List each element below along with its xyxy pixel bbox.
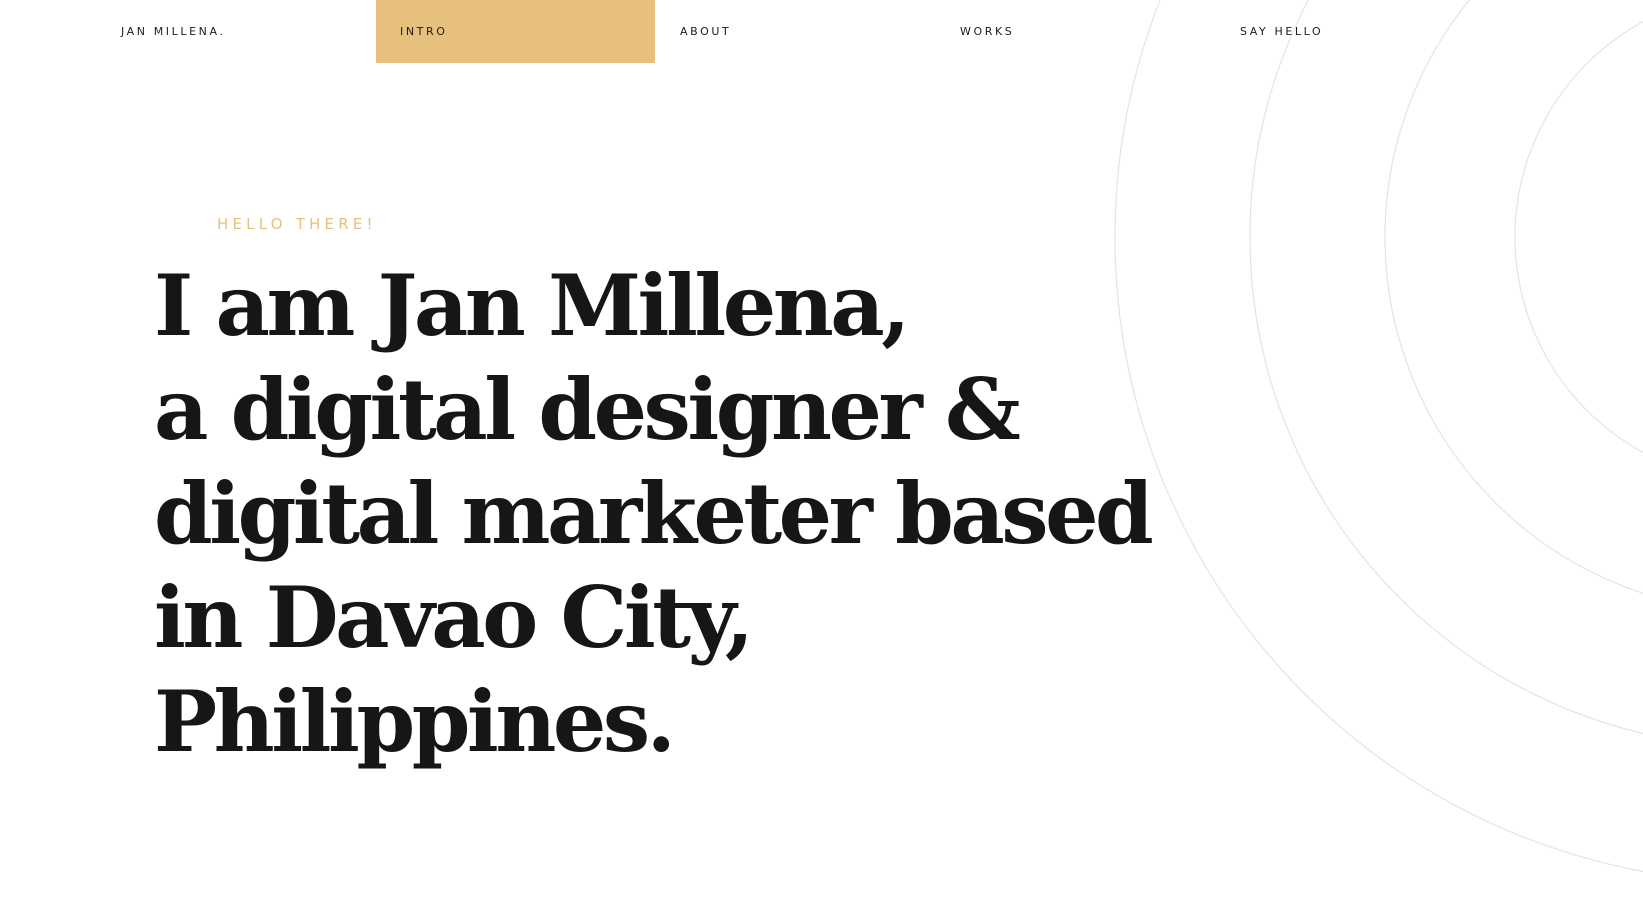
nav-item-about[interactable]: ABOUT	[680, 0, 731, 63]
ring-outer	[1114, 0, 1643, 872]
headline-line: Philippines.	[154, 672, 676, 771]
ring-inner	[1514, 21, 1643, 453]
headline-line: I am Jan Millena,	[154, 256, 910, 355]
nav-item-works[interactable]: WORKS	[960, 0, 1014, 63]
headline-line: digital marketer based	[154, 464, 1154, 563]
hero-headline: I am Jan Millena, a digital designer & d…	[154, 254, 1154, 774]
top-navigation: JAN MILLENA. INTRO ABOUT WORKS SAY HELLO	[0, 0, 1643, 63]
nav-item-say-hello[interactable]: SAY HELLO	[1240, 0, 1323, 63]
headline-line: in Davao City,	[154, 568, 754, 667]
ring-large	[1249, 0, 1643, 734]
brand-logo-link[interactable]: JAN MILLENA.	[121, 0, 226, 63]
nav-item-intro[interactable]: INTRO	[376, 0, 655, 63]
ring-medium	[1384, 0, 1643, 594]
hero-eyebrow: HELLO THERE!	[217, 215, 377, 233]
headline-line: a digital designer &	[154, 360, 1021, 459]
